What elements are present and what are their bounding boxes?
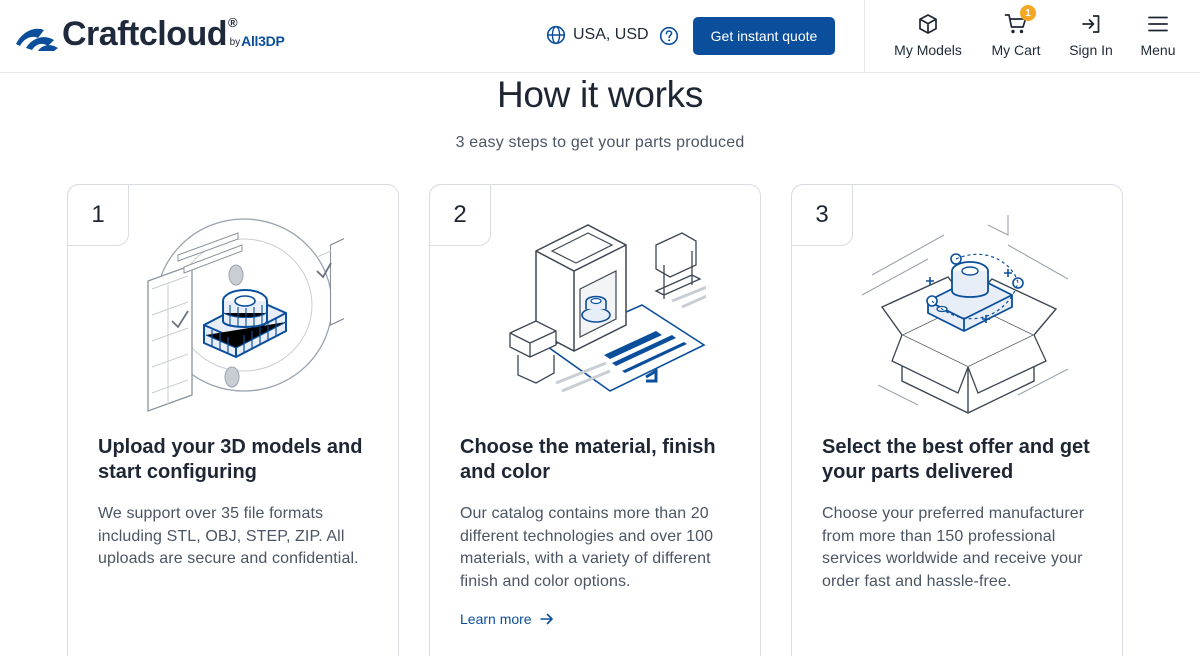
step-number: 3: [791, 184, 853, 246]
nav-sign-in[interactable]: Sign In: [1067, 0, 1115, 73]
site-header: Craftcloud ® by All3DP USA, USD Get inst…: [0, 0, 1200, 73]
page-title: How it works: [496, 74, 704, 115]
step-description: Choose your preferred manufacturer from …: [822, 505, 1085, 591]
craftcloud-logo[interactable]: Craftcloud ® by All3DP: [14, 15, 285, 53]
craftcloud-logo-mark-icon: [16, 28, 58, 51]
question-circle-icon[interactable]: [659, 26, 679, 46]
locale-selector[interactable]: USA, USD: [546, 25, 649, 45]
delivery-box-illustration: [861, 215, 1068, 414]
step-card-3: 3 Select the best offer and get your par…: [791, 184, 1123, 656]
nav-my-models[interactable]: My Models: [893, 0, 963, 73]
sign-in-icon: [1082, 15, 1100, 33]
hamburger-menu-icon: [1148, 16, 1168, 32]
step-title: Choose the material, finish and color: [460, 436, 716, 483]
nav-menu-label: Menu: [1140, 42, 1176, 58]
step-description: Our catalog contains more than 20 differ…: [460, 505, 714, 591]
cube-icon: [919, 14, 937, 34]
nav-menu[interactable]: Menu: [1138, 0, 1178, 73]
locale-label: USA, USD: [573, 26, 649, 43]
logo-wordmark: Craftcloud: [62, 15, 228, 53]
learn-more-label: Learn more: [460, 611, 532, 627]
step-number: 2: [429, 184, 491, 246]
cart-count-badge: 1: [1020, 5, 1036, 21]
nav-my-cart[interactable]: 1 My Cart: [989, 0, 1043, 73]
upload-model-illustration: [147, 218, 344, 412]
nav-sign-in-label: Sign In: [1069, 42, 1113, 58]
step-description: We support over 35 file formats includin…: [98, 505, 359, 568]
printer-material-illustration: [509, 224, 706, 393]
step-number: 1: [67, 184, 129, 246]
get-instant-quote-button[interactable]: Get instant quote: [693, 17, 835, 55]
nav-divider: [864, 0, 865, 73]
nav-my-cart-label: My Cart: [991, 42, 1041, 58]
step-card-1: 1 Upload your 3D models and start config…: [67, 184, 399, 656]
step-card-2: 2 Choose the material, finish and color …: [429, 184, 761, 656]
step-title: Upload your 3D models and start configur…: [98, 436, 363, 483]
arrow-right-icon: [539, 613, 553, 625]
globe-icon: [546, 25, 566, 45]
logo-partner-text: All3DP: [241, 33, 285, 49]
logo-by-text: by: [229, 37, 241, 48]
learn-more-link[interactable]: Learn more: [460, 611, 554, 627]
logo-registered-mark: ®: [228, 15, 238, 30]
step-title: Select the best offer and get your parts…: [822, 436, 1090, 483]
nav-my-models-label: My Models: [894, 42, 962, 58]
page-subtitle: 3 easy steps to get your parts produced: [455, 134, 745, 151]
